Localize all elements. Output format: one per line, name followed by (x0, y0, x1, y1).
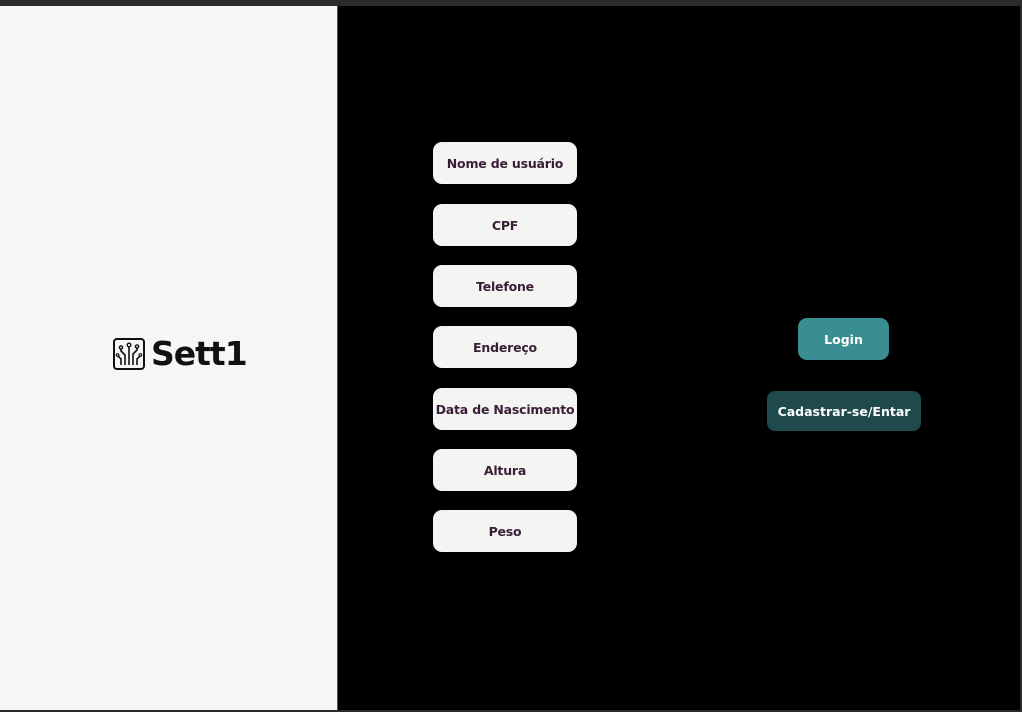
register-button[interactable]: Cadastrar-se/Entar (767, 391, 921, 431)
cpf-field[interactable]: CPF (433, 204, 577, 246)
brand-logo: Sett1 (113, 334, 248, 373)
weight-field[interactable]: Peso (433, 510, 577, 552)
app-window: Sett1 Nome de usuário CPF Telefone Ender… (0, 0, 1022, 712)
circuit-tree-icon (113, 338, 145, 370)
username-field[interactable]: Nome de usuário (433, 142, 577, 184)
height-field[interactable]: Altura (433, 449, 577, 491)
address-field[interactable]: Endereço (433, 326, 577, 368)
login-button[interactable]: Login (798, 318, 889, 360)
phone-field[interactable]: Telefone (433, 265, 577, 307)
birthdate-field[interactable]: Data de Nascimento (433, 388, 577, 430)
brand-name: Sett1 (151, 334, 248, 373)
